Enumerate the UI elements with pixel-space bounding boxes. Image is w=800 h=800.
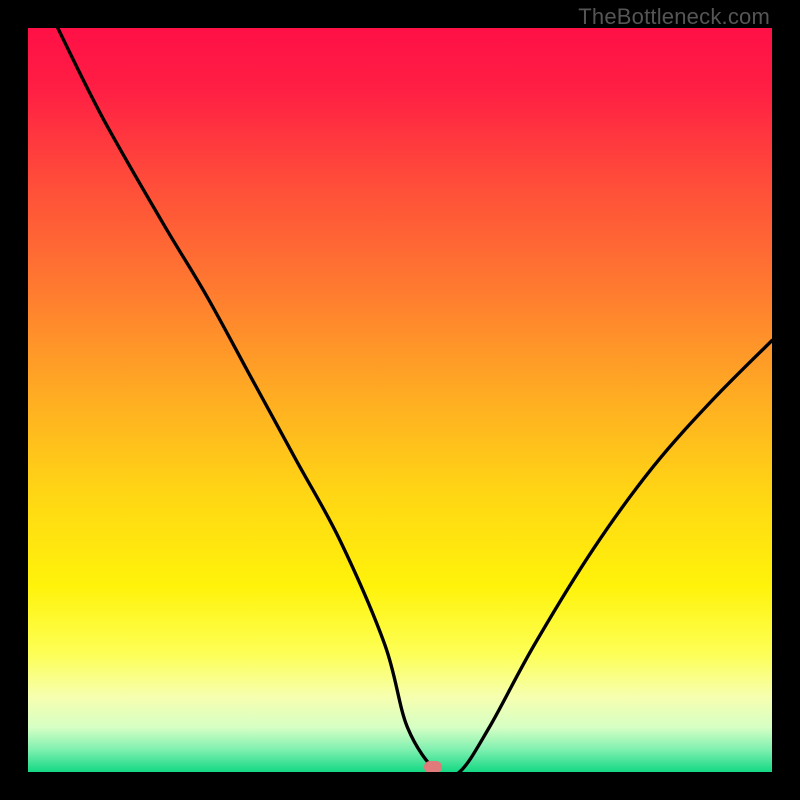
chart-stage: TheBottleneck.com — [0, 0, 800, 800]
bottleneck-curve — [58, 28, 772, 772]
plot-area — [28, 28, 772, 772]
optimum-marker — [424, 761, 442, 772]
watermark-text: TheBottleneck.com — [578, 4, 770, 30]
curve-layer — [28, 28, 772, 772]
